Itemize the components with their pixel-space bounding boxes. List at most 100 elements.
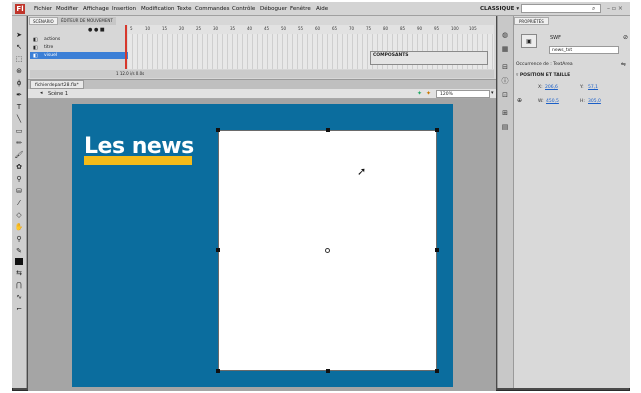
smooth-option-icon[interactable]: ∿ <box>14 292 24 302</box>
layer-row-selected[interactable]: visuel <box>30 52 128 59</box>
playhead[interactable] <box>125 25 127 69</box>
resize-handle[interactable] <box>435 248 439 252</box>
w-value[interactable]: 450,5 <box>546 99 559 104</box>
back-arrow-icon[interactable]: ◂ <box>40 90 43 96</box>
components-title: COMPOSANTS <box>373 53 409 58</box>
zoom-tool-icon[interactable]: ⚲ <box>14 234 24 244</box>
ruler-number: 20 <box>179 26 185 31</box>
transform-center-point[interactable] <box>325 248 330 253</box>
tab-scenario[interactable]: SCÉNARIO <box>29 17 58 25</box>
resize-handle[interactable] <box>326 369 330 373</box>
resize-handle[interactable] <box>435 369 439 373</box>
title-accent-bar[interactable] <box>84 156 192 165</box>
color-panel-icon[interactable]: ◍ <box>500 30 510 40</box>
h-label: H: <box>580 99 585 104</box>
fill-color-swatch[interactable] <box>15 258 23 265</box>
w-label: W: <box>538 99 544 104</box>
resize-handle[interactable] <box>435 128 439 132</box>
eyedropper-icon[interactable]: ⁄ <box>14 198 24 208</box>
window-controls[interactable]: – ▫ × <box>607 4 623 13</box>
h-value[interactable]: 305,0 <box>588 99 601 104</box>
swatches-panel-icon[interactable]: ▦ <box>500 44 510 54</box>
menu-fichier[interactable]: Fichier <box>34 4 52 14</box>
transform-panel-icon[interactable]: ⊡ <box>500 90 510 100</box>
position-size-section[interactable]: ▿ POSITION ET TAILLE <box>516 73 570 78</box>
hand-tool-icon[interactable]: ✋ <box>14 222 24 232</box>
menu-aide[interactable]: Aide <box>316 4 328 14</box>
link-dimensions-icon[interactable]: ⊕ <box>517 97 522 104</box>
layer-row[interactable]: titre <box>30 44 128 51</box>
pen-tool-icon[interactable]: ✒ <box>14 90 24 100</box>
y-value[interactable]: 57,1 <box>588 85 598 90</box>
selection-tool-icon[interactable]: ➤ <box>14 30 24 40</box>
transform-tool-icon[interactable]: ⬚ <box>14 54 24 64</box>
menu-insertion[interactable]: Insertion <box>112 4 136 14</box>
instance-of-label: Occurrence de : <box>516 62 552 67</box>
menu-fenetre[interactable]: Fenêtre <box>290 4 311 14</box>
lasso-tool-icon[interactable]: ϕ <box>14 78 24 88</box>
help-icon[interactable]: ⊘ <box>623 34 628 41</box>
ruler-number: 90 <box>417 26 423 31</box>
ruler-number: 95 <box>434 26 440 31</box>
menu-deboguer[interactable]: Déboguer <box>260 4 287 14</box>
menu-modifier[interactable]: Modifier <box>56 4 78 14</box>
menu-modification[interactable]: Modification <box>141 4 175 14</box>
symbol-type-icon: ▣ <box>521 34 537 48</box>
tab-properties[interactable]: PROPRIÉTÉS <box>514 17 549 25</box>
layer-name: visuel <box>44 53 58 58</box>
layer-row[interactable]: actions <box>30 36 128 43</box>
library-panel-icon[interactable]: ⊞ <box>500 108 510 118</box>
resize-handle[interactable] <box>216 128 220 132</box>
edit-symbol-icon[interactable]: ✦ <box>426 90 431 97</box>
document-tab[interactable]: fichierdepart28.fla* <box>30 80 84 89</box>
mouse-cursor-icon: ➚ <box>357 165 367 178</box>
straighten-option-icon[interactable]: ⌐ <box>14 304 24 314</box>
align-panel-icon[interactable]: ⊟ <box>500 62 510 72</box>
bone-tool-icon[interactable]: ⚲ <box>14 174 24 184</box>
x-value[interactable]: 206,6 <box>545 85 558 90</box>
zoom-select[interactable]: 120% <box>436 90 490 98</box>
menu-affichage[interactable]: Affichage <box>83 4 109 14</box>
ruler-number: 35 <box>230 26 236 31</box>
swap-colors-icon[interactable]: ⇆ <box>14 268 24 278</box>
motion-presets-icon[interactable]: ▤ <box>500 122 510 132</box>
deco-tool-icon[interactable]: ✿ <box>14 162 24 172</box>
ruler-number: 105 <box>469 26 477 31</box>
search-icon[interactable]: ⌕ <box>592 5 595 13</box>
resize-handle[interactable] <box>216 369 220 373</box>
search-input[interactable] <box>521 4 601 13</box>
snap-magnet-icon[interactable]: ⋂ <box>14 280 24 290</box>
ruler-number: 75 <box>366 26 372 31</box>
layer-visibility-icons[interactable]: ● ● ■ <box>88 27 105 33</box>
text-tool-icon[interactable]: T <box>14 102 24 112</box>
instance-of-row: Occurrence de : TextArea <box>516 62 573 67</box>
line-tool-icon[interactable]: ╲ <box>14 114 24 124</box>
stroke-color-icon[interactable]: ✎ <box>14 246 24 256</box>
layer-icon: ◧ <box>33 53 38 59</box>
eraser-tool-icon[interactable]: ◇ <box>14 210 24 220</box>
subselection-tool-icon[interactable]: ↖ <box>14 42 24 52</box>
instance-name-field[interactable]: news_txt <box>549 46 619 54</box>
brush-tool-icon[interactable]: 🖌 <box>14 150 24 160</box>
rectangle-tool-icon[interactable]: ▭ <box>14 126 24 136</box>
menu-controle[interactable]: Contrôle <box>232 4 255 14</box>
tab-motion-editor[interactable]: ÉDITEUR DE MOUVEMENT <box>58 17 116 25</box>
paint-bucket-icon[interactable]: ⛁ <box>14 186 24 196</box>
swap-symbol-icon[interactable]: ⇋ <box>621 61 626 68</box>
3d-rotation-tool-icon[interactable]: ⊛ <box>14 66 24 76</box>
properties-panel <box>513 16 630 388</box>
ruler-number: 50 <box>281 26 287 31</box>
info-panel-icon[interactable]: ⓘ <box>500 76 510 86</box>
resize-handle[interactable] <box>216 248 220 252</box>
ruler-number: 30 <box>213 26 219 31</box>
menu-texte[interactable]: Texte <box>177 4 192 14</box>
layer-name: actions <box>44 37 61 42</box>
workspace-switcher[interactable]: CLASSIQUE ▾ <box>480 4 519 14</box>
chevron-down-icon[interactable]: ▾ <box>491 90 494 96</box>
pencil-tool-icon[interactable]: ✏ <box>14 138 24 148</box>
ruler-number: 60 <box>315 26 321 31</box>
edit-scene-icon[interactable]: ✦ <box>417 90 422 97</box>
y-label: Y: <box>580 85 584 90</box>
resize-handle[interactable] <box>326 128 330 132</box>
menu-commandes[interactable]: Commandes <box>195 4 230 14</box>
